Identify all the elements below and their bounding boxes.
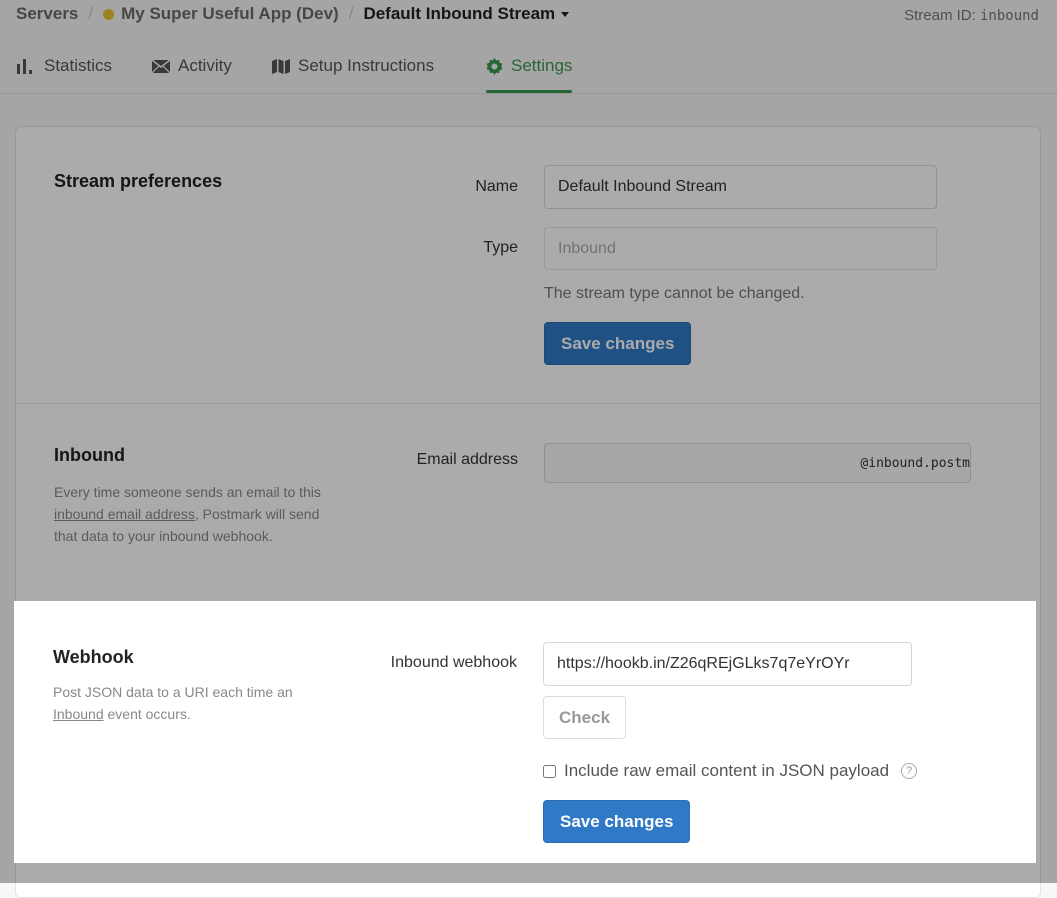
inbound-webhook-url-input[interactable]: https://hookb.in/Z26qREjGLks7q7eYrOYr: [543, 642, 912, 686]
inbound-desc-text: Every time someone sends an email to thi…: [54, 484, 321, 500]
tab-activity[interactable]: Activity: [152, 56, 232, 93]
map-icon: [272, 56, 290, 76]
inbound-email-address-field[interactable]: @inbound.postm: [544, 443, 971, 483]
server-status-dot-icon: [103, 8, 115, 20]
inbound-title: Inbound: [54, 445, 125, 465]
webhook-section: Webhook Post JSON data to a URI each tim…: [14, 601, 1036, 863]
inbound-section: Inbound Every time someone sends an emai…: [16, 403, 1040, 603]
webhook-desc-text: Post JSON data to a URI each time an: [53, 684, 293, 700]
tab-setup-instructions[interactable]: Setup Instructions: [272, 56, 434, 93]
email-address-label: Email address: [416, 451, 518, 468]
tab-bar: Statistics Activity Setup Instructions S…: [0, 44, 1057, 94]
stream-switcher-dropdown[interactable]: Default Inbound Stream: [363, 4, 570, 24]
stream-preferences-section: Stream preferences Name Default Inbound …: [16, 127, 1040, 403]
check-webhook-button[interactable]: Check: [543, 696, 627, 739]
caret-down-icon: [561, 12, 570, 18]
webhook-desc-text: event occurs.: [103, 706, 191, 722]
inbound-email-address-link[interactable]: inbound email address: [54, 506, 195, 522]
name-label: Name: [475, 178, 518, 195]
stream-id-value: inbound: [979, 8, 1039, 24]
stream-id: Stream ID: inbound: [904, 7, 1039, 24]
dim-overlay: [0, 601, 14, 883]
tab-setup-instructions-label: Setup Instructions: [298, 56, 435, 75]
breadcrumb-server-link[interactable]: My Super Useful App (Dev): [121, 4, 339, 24]
save-stream-preferences-button[interactable]: Save changes: [544, 322, 692, 365]
breadcrumb: Servers / My Super Useful App (Dev) / De…: [16, 4, 570, 24]
gear-icon: [486, 56, 503, 76]
bar-chart-icon: [16, 56, 36, 76]
stream-name: Default Inbound Stream: [363, 4, 556, 23]
breadcrumb-separator: /: [88, 4, 94, 23]
inbound-event-link[interactable]: Inbound: [53, 706, 104, 722]
tab-statistics[interactable]: Statistics: [16, 56, 112, 93]
save-webhook-button[interactable]: Save changes: [543, 800, 691, 843]
top-bar: Servers / My Super Useful App (Dev) / De…: [0, 0, 1057, 32]
stream-type-help: The stream type cannot be changed.: [544, 285, 805, 302]
stream-id-label: Stream ID:: [904, 7, 976, 24]
tab-settings-label: Settings: [511, 56, 573, 75]
stream-name-input[interactable]: Default Inbound Stream: [544, 165, 937, 209]
breadcrumb-separator: /: [348, 4, 354, 23]
include-raw-email-checkbox[interactable]: [543, 764, 556, 778]
help-icon[interactable]: ?: [901, 763, 918, 779]
inbound-description: Every time someone sends an email to thi…: [54, 481, 324, 547]
tab-statistics-label: Statistics: [44, 56, 113, 75]
tab-settings[interactable]: Settings: [486, 56, 573, 93]
raw-email-option: Include raw email content in JSON payloa…: [543, 761, 918, 781]
include-raw-email-label[interactable]: Include raw email content in JSON payloa…: [564, 761, 889, 781]
stream-type-input: Inbound: [544, 227, 937, 270]
webhook-title: Webhook: [53, 647, 134, 667]
breadcrumb-servers-link[interactable]: Servers: [16, 4, 78, 24]
webhook-description: Post JSON data to a URI each time an Inb…: [53, 681, 323, 725]
tab-activity-label: Activity: [178, 56, 232, 75]
envelope-icon: [152, 56, 170, 76]
type-label: Type: [483, 239, 518, 256]
stream-preferences-title: Stream preferences: [54, 171, 223, 191]
inbound-webhook-label: Inbound webhook: [390, 654, 517, 671]
